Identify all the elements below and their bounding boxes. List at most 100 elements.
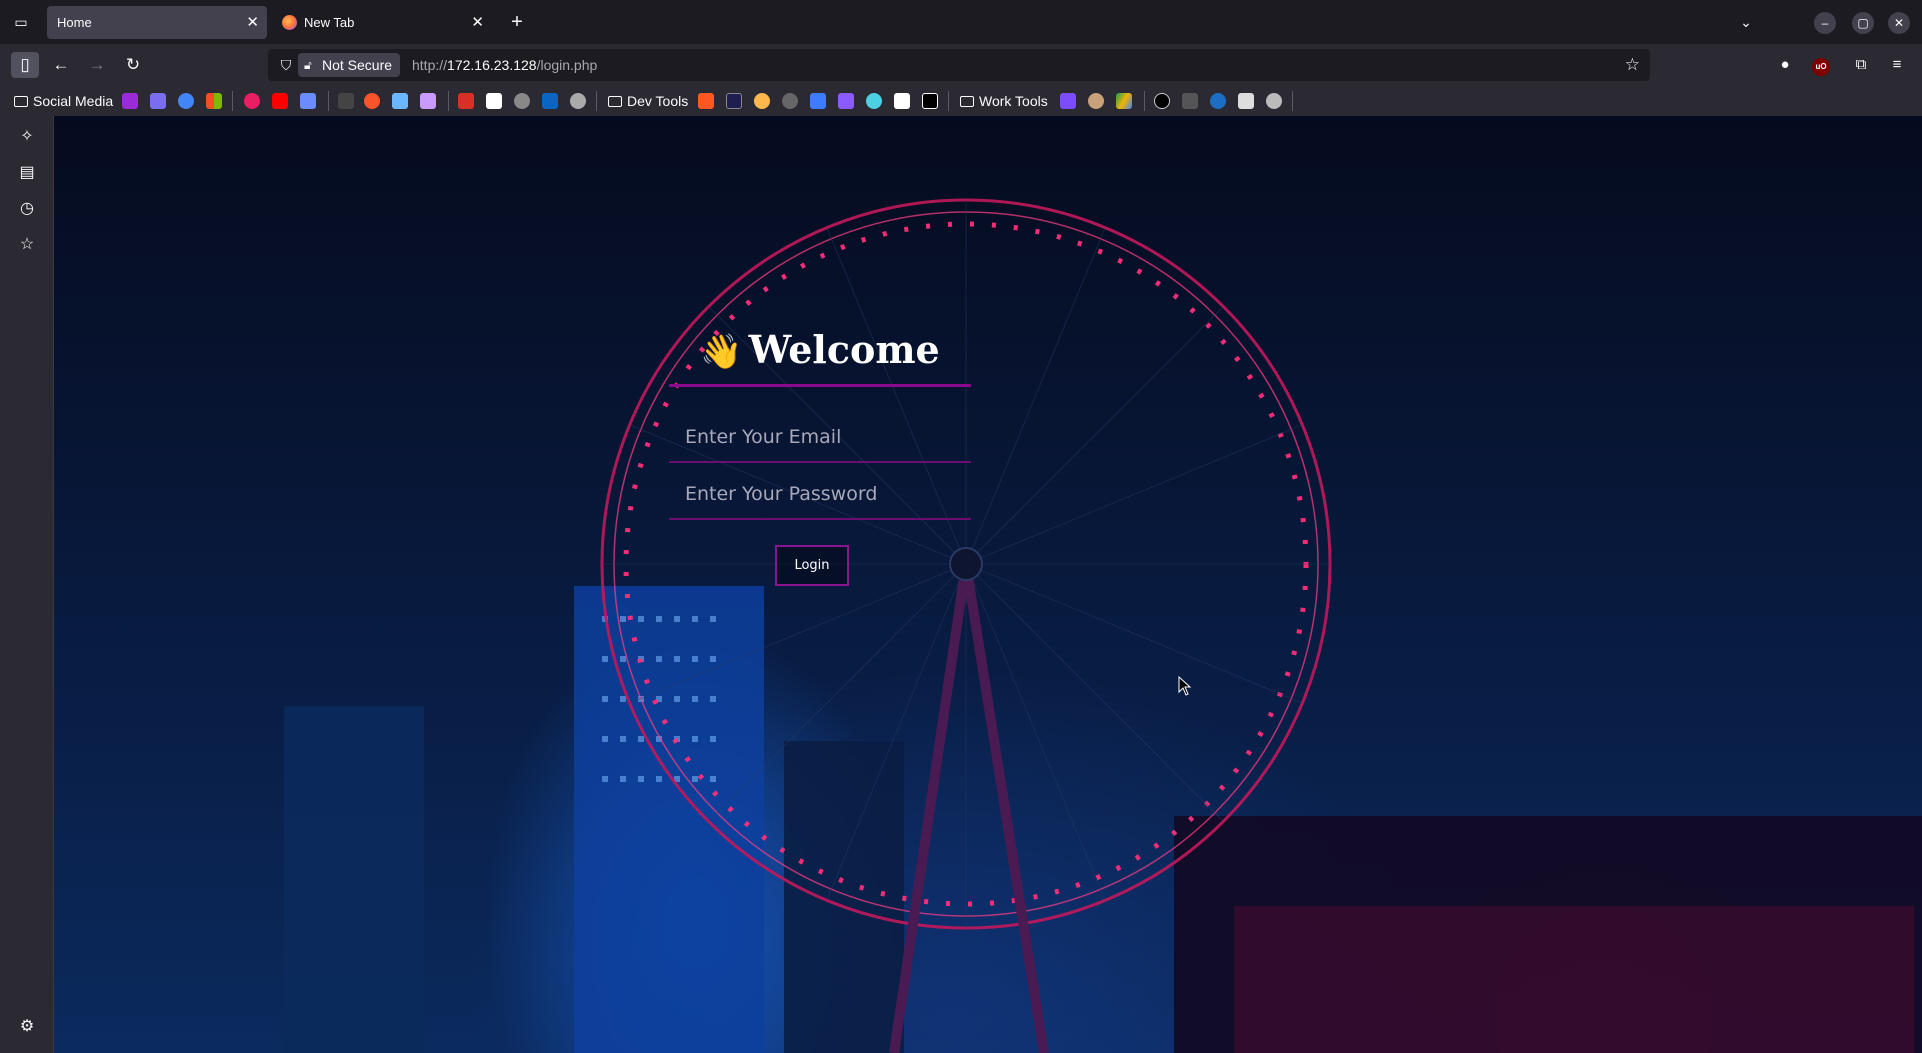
address-bar[interactable]: ⛉ 🔓︎ Not Secure http://172.16.23.128/log…	[268, 49, 1650, 81]
close-icon[interactable]: ✕	[246, 6, 259, 39]
login-page: 👋Welcome Login	[54, 116, 1922, 1053]
google-icon[interactable]	[178, 93, 194, 109]
url-text[interactable]: http://172.16.23.128/login.php	[412, 49, 597, 81]
reload-button[interactable]: ↻	[119, 52, 147, 78]
microsoft-icon[interactable]	[206, 93, 222, 109]
bookmark-folder-label: Social Media	[33, 93, 114, 109]
ublock-icon[interactable]: uO	[1808, 52, 1834, 78]
tab-strip: ▭ Home ✕ New Tab ✕ + ⌄ – ▢ ✕	[0, 0, 1922, 44]
bookmark-icon[interactable]	[866, 93, 882, 109]
welcome-heading-text: Welcome	[748, 327, 940, 372]
bookmark-icon[interactable]	[1266, 93, 1282, 109]
browser-sidebar: ✧ ▤ ◷ ☆ ⚙	[0, 116, 54, 1053]
bookmark-folder-dev-tools[interactable]: Dev Tools	[608, 91, 688, 111]
steam-icon[interactable]	[1210, 93, 1226, 109]
minimize-button[interactable]: –	[1814, 12, 1836, 34]
bookmarks-toolbar: Social Media Dev Tools Work Tools	[0, 86, 1922, 116]
bookmark-separator	[1144, 91, 1145, 111]
google-drive-icon[interactable]	[1116, 93, 1132, 109]
tab-title: New Tab	[304, 15, 355, 30]
bookmark-folder-social-media[interactable]: Social Media	[14, 91, 113, 111]
bookmark-icon[interactable]	[810, 93, 826, 109]
forward-button[interactable]: →	[83, 52, 111, 78]
url-path: /login.php	[536, 57, 598, 73]
synced-tabs-icon[interactable]: ▤	[14, 160, 40, 186]
maximize-button[interactable]: ▢	[1852, 12, 1874, 34]
bookmark-icon[interactable]	[894, 93, 910, 109]
sidebar-toggle-icon[interactable]: ▯	[11, 52, 39, 78]
notion-icon[interactable]	[486, 93, 502, 109]
gmail-icon[interactable]	[458, 93, 474, 109]
bookmark-icon[interactable]	[150, 93, 166, 109]
navigation-bar: ▯ ← → ↻ ⛉ 🔓︎ Not Secure http://172.16.23…	[0, 44, 1922, 86]
welcome-heading: 👋 Welcome	[669, 316, 971, 384]
bookmark-icon[interactable]	[1154, 93, 1170, 109]
bookmark-separator	[948, 91, 949, 111]
bookmark-icon[interactable]	[922, 93, 938, 109]
github-icon[interactable]	[514, 93, 530, 109]
bookmark-icon[interactable]	[838, 93, 854, 109]
tab-home[interactable]: Home ✕	[47, 6, 267, 39]
insecure-lock-icon: 🔓︎	[304, 58, 312, 72]
bookmark-icon[interactable]	[1088, 93, 1104, 109]
ai-chatbot-icon[interactable]: ✧	[14, 124, 40, 150]
firefox-icon	[282, 15, 297, 30]
email-input[interactable]	[669, 413, 971, 463]
menu-icon[interactable]: ≡	[1884, 52, 1910, 78]
bookmark-icon[interactable]	[1238, 93, 1254, 109]
linkedin-icon[interactable]	[542, 93, 558, 109]
extensions-puzzle-icon[interactable]: ⧉	[1848, 52, 1874, 78]
bookmark-folder-label: Dev Tools	[627, 93, 689, 109]
bookmark-icon[interactable]	[338, 93, 354, 109]
tab-title: Home	[57, 15, 92, 30]
folder-icon	[14, 96, 28, 107]
bookmark-icon[interactable]	[122, 93, 138, 109]
url-host: 172.16.23.128	[447, 57, 537, 73]
history-icon[interactable]: ◷	[14, 196, 40, 222]
folder-icon	[960, 96, 974, 107]
bookmark-folder-work-tools[interactable]: Work Tools	[960, 91, 1048, 111]
firefox-view-icon[interactable]: ▭	[10, 12, 32, 32]
bookmark-icon[interactable]	[570, 93, 586, 109]
youtube-icon[interactable]	[272, 93, 288, 109]
security-label: Not Secure	[322, 57, 393, 73]
chevron-down-icon[interactable]: ⌄	[1736, 12, 1756, 32]
bookmark-icon[interactable]	[782, 93, 798, 109]
bookmark-icon[interactable]	[300, 93, 316, 109]
bookmark-separator	[448, 91, 449, 111]
close-icon[interactable]: ✕	[471, 6, 484, 39]
london-eye-background-image	[284, 198, 1922, 1053]
folder-icon	[608, 96, 622, 107]
security-indicator[interactable]: 🔓︎ Not Secure	[298, 53, 401, 77]
waving-hand-icon: 👋	[700, 332, 743, 372]
bookmark-icon[interactable]	[726, 93, 742, 109]
bookmark-folder-label: Work Tools	[979, 93, 1048, 109]
new-tab-button[interactable]: +	[505, 8, 529, 36]
bookmark-separator	[1292, 91, 1293, 111]
back-button[interactable]: ←	[47, 52, 75, 78]
bookmarks-icon[interactable]: ☆	[14, 232, 40, 258]
tab-new-tab[interactable]: New Tab ✕	[272, 6, 492, 39]
bookmark-separator	[232, 91, 233, 111]
password-input[interactable]	[669, 470, 971, 520]
bookmark-icon[interactable]	[754, 93, 770, 109]
bookmark-star-icon[interactable]: ☆	[1625, 49, 1640, 81]
url-prefix: http://	[412, 57, 448, 73]
mouse-cursor-icon	[1178, 676, 1192, 696]
shield-icon[interactable]: ⛉	[276, 55, 296, 75]
bookmark-separator	[596, 91, 597, 111]
heading-underline	[669, 384, 971, 387]
bookmark-icon[interactable]	[1060, 93, 1076, 109]
bookmark-icon[interactable]	[1182, 93, 1198, 109]
extension-icon[interactable]: ●	[1772, 52, 1798, 78]
bookmark-icon[interactable]	[698, 93, 714, 109]
login-button[interactable]: Login	[775, 545, 849, 586]
bookmark-icon[interactable]	[420, 93, 436, 109]
browser-window: ▭ Home ✕ New Tab ✕ + ⌄ – ▢ ✕ ▯ ← → ↻ ⛉ 🔓…	[0, 0, 1922, 1053]
bookmark-separator	[328, 91, 329, 111]
brave-icon[interactable]	[364, 93, 380, 109]
bookmark-icon[interactable]	[392, 93, 408, 109]
close-window-button[interactable]: ✕	[1888, 12, 1910, 34]
settings-gear-icon[interactable]: ⚙	[14, 1014, 40, 1040]
bookmark-icon[interactable]	[244, 93, 260, 109]
